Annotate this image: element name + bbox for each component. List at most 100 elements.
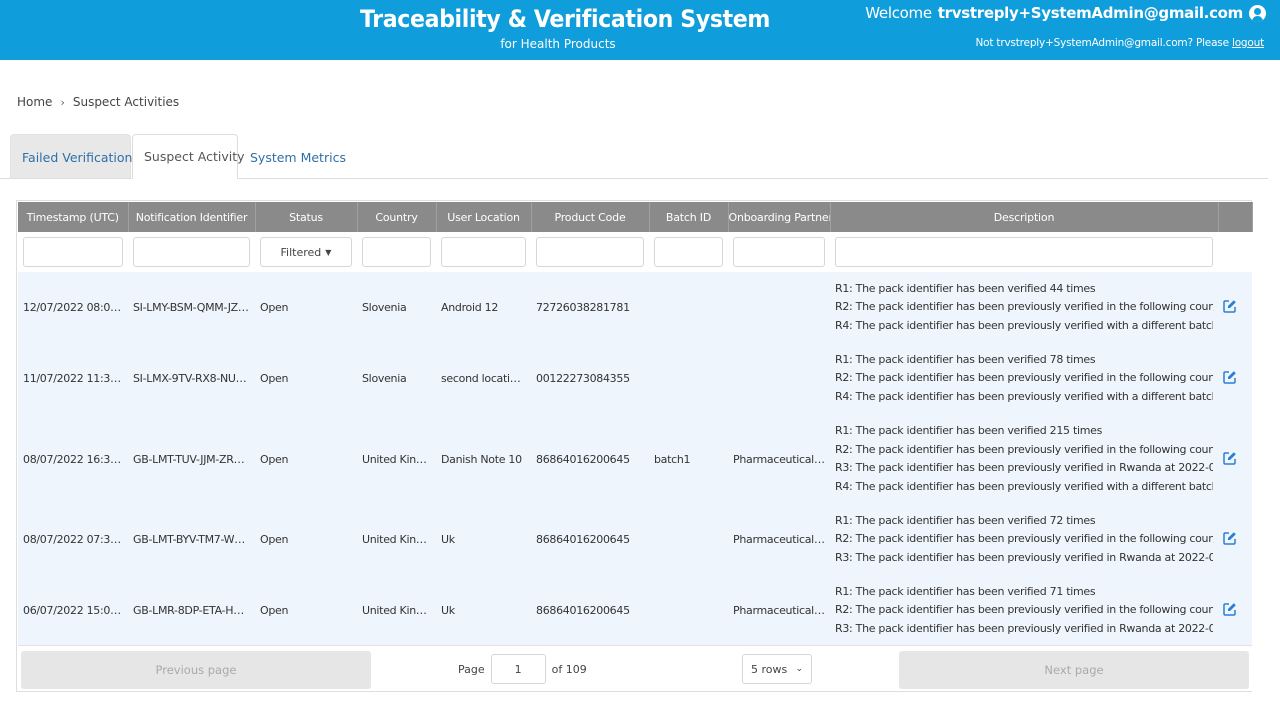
page-total: of 109 (551, 662, 587, 676)
table-row[interactable]: 08/07/2022 07:38:51 GB-LMT-BYV-TM7-W4X-..… (18, 504, 1252, 575)
edit-icon[interactable] (1223, 451, 1237, 465)
welcome-label: Welcome (865, 4, 932, 22)
breadcrumb-home[interactable]: Home (17, 95, 52, 109)
cell-notification-id: SI-LMX-9TV-RX8-NUW-MRY (133, 372, 255, 385)
edit-icon[interactable] (1223, 370, 1237, 384)
cell-user-location: Uk (441, 533, 455, 546)
cell-status: Open (260, 533, 289, 546)
filter-row: Filtered ▼ (18, 232, 1252, 272)
cell-user-location: Android 12 (441, 301, 499, 314)
cell-batch-id: batch1 (654, 452, 691, 466)
next-page-button[interactable]: Next page (899, 651, 1249, 689)
filter-description-input[interactable] (835, 237, 1213, 267)
cell-status: Open (260, 301, 289, 314)
tab-failed-verifications[interactable]: Failed Verifications (10, 134, 139, 179)
chevron-right-icon: › (60, 95, 65, 109)
description-line: R2: The pack identifier has been previou… (835, 371, 1213, 385)
cell-product-code: 00122273084355 (536, 372, 630, 385)
cell-timestamp: 08/07/2022 07:38:51 (23, 533, 128, 546)
edit-icon[interactable] (1223, 531, 1237, 545)
cell-status: Open (260, 452, 289, 466)
description-line: R3: The pack identifier has been previou… (835, 621, 1213, 635)
cell-description: R1: The pack identifier has been verifie… (830, 343, 1218, 414)
table-header-row: Timestamp (UTC) Notification Identifier … (18, 202, 1253, 232)
user-email: trvstreply+SystemAdmin@gmail.com (937, 4, 1244, 22)
cell-product-code: 86864016200645 (536, 533, 630, 546)
cell-status: Open (260, 604, 289, 617)
table-row[interactable]: 12/07/2022 08:00:29 SI-LMY-BSM-QMM-JZT-21… (18, 272, 1252, 343)
cell-actions (1218, 504, 1252, 575)
table-row[interactable]: 11/07/2022 11:36:01 SI-LMX-9TV-RX8-NUW-MR… (18, 343, 1252, 414)
cell-actions (1218, 575, 1252, 646)
filter-user-location-input[interactable] (441, 237, 526, 267)
user-circle-icon[interactable] (1249, 4, 1266, 22)
cell-timestamp: 06/07/2022 15:02:25 (23, 604, 128, 617)
filter-status-value: Filtered (280, 245, 322, 259)
table-row[interactable]: 08/07/2022 16:39:37 GB-LMT-TUV-JJM-ZRH-25… (18, 414, 1252, 504)
cell-onboarding-partner: Pharmaceutical 501 (733, 604, 830, 617)
cell-user-location: second locationd (441, 372, 530, 385)
previous-page-button[interactable]: Previous page (21, 651, 371, 689)
cell-batch-id (649, 272, 728, 343)
cell-description: R1: The pack identifier has been verifie… (830, 575, 1218, 646)
filter-batch-id-input[interactable] (654, 237, 723, 267)
cell-country: Slovenia (362, 301, 407, 314)
cell-batch-id (649, 504, 728, 575)
cell-product-code: 86864016200645 (536, 604, 630, 617)
suspect-activity-table-panel: Timestamp (UTC) Notification Identifier … (16, 200, 1253, 692)
cell-actions (1218, 272, 1252, 343)
cell-timestamp: 08/07/2022 16:39:37 (23, 452, 128, 466)
table-row[interactable]: 06/07/2022 15:02:25 GB-LMR-8DP-ETA-HKW-0.… (18, 575, 1252, 646)
cell-onboarding-partner (728, 272, 830, 343)
cell-status: Open (260, 372, 289, 385)
tab-suspect-activity[interactable]: Suspect Activity (132, 134, 245, 179)
filter-timestamp-input[interactable] (23, 237, 123, 267)
filter-product-code-input[interactable] (536, 237, 644, 267)
cell-user-location: Uk (441, 604, 455, 617)
top-header-bar: Traceability & Verification System for H… (0, 0, 1280, 60)
cell-product-code: 86864016200645 (536, 452, 630, 466)
suspect-activity-table: Timestamp (UTC) Notification Identifier … (18, 202, 1253, 646)
app-subtitle: for Health Products (500, 37, 616, 51)
col-header-country[interactable]: Country (357, 202, 437, 232)
not-you-text: Not trvstreply+SystemAdmin@gmail.com? Pl… (975, 37, 1230, 49)
description-line: R1: The pack identifier has been verifie… (835, 584, 1096, 598)
col-header-description[interactable]: Description (830, 202, 1219, 232)
cell-notification-id: GB-LMR-8DP-ETA-HKW-0... (133, 604, 255, 617)
description-line: R4: The pack identifier has been previou… (835, 389, 1213, 403)
breadcrumb: Home › Suspect Activities (17, 95, 179, 109)
description-line: R2: The pack identifier has been previou… (835, 442, 1213, 456)
page-number-input[interactable]: 1 (490, 654, 546, 684)
cell-description: R1: The pack identifier has been verifie… (830, 504, 1218, 575)
filter-status-dropdown[interactable]: Filtered ▼ (260, 237, 352, 267)
edit-icon[interactable] (1223, 299, 1237, 313)
cell-actions (1218, 343, 1252, 414)
not-you-line: Not trvstreply+SystemAdmin@gmail.com? Pl… (976, 37, 1265, 49)
col-header-user-location[interactable]: User Location (436, 202, 532, 232)
breadcrumb-current: Suspect Activities (72, 95, 180, 109)
description-line: R1: The pack identifier has been verifie… (835, 513, 1096, 527)
description-line: R1: The pack identifier has been verifie… (835, 424, 1103, 437)
cell-batch-id (649, 343, 728, 414)
cell-country: Slovenia (362, 372, 407, 385)
description-line: R4: The pack identifier has been previou… (835, 479, 1213, 493)
col-header-notification-id[interactable]: Notification Identifier (128, 202, 256, 232)
filter-country-input[interactable] (362, 237, 431, 267)
col-header-timestamp[interactable]: Timestamp (UTC) (18, 202, 129, 232)
tab-system-metrics[interactable]: System Metrics (238, 134, 346, 179)
col-header-onboarding-partner[interactable]: Onboarding Partner (728, 202, 831, 232)
pagination-bar: Previous page Page 1 of 109 5 rows ⌄ Nex… (18, 645, 1252, 691)
rows-per-page-select[interactable]: 5 rows ⌄ (742, 654, 812, 684)
logout-link[interactable]: logout (1232, 37, 1264, 49)
filter-notification-id-input[interactable] (133, 237, 250, 267)
cell-user-location: Danish Note 10 (441, 452, 522, 466)
col-header-batch-id[interactable]: Batch ID (649, 202, 729, 232)
description-line: R2: The pack identifier has been previou… (835, 603, 1213, 617)
col-header-status[interactable]: Status (255, 202, 358, 232)
edit-icon[interactable] (1223, 602, 1237, 616)
cell-onboarding-partner: Pharmaceutical 501 (733, 452, 830, 466)
rows-per-page-value: 5 rows (751, 662, 788, 676)
filter-partner-input[interactable] (733, 237, 825, 267)
col-header-product-code[interactable]: Product Code (531, 202, 650, 232)
cell-batch-id (649, 575, 728, 646)
